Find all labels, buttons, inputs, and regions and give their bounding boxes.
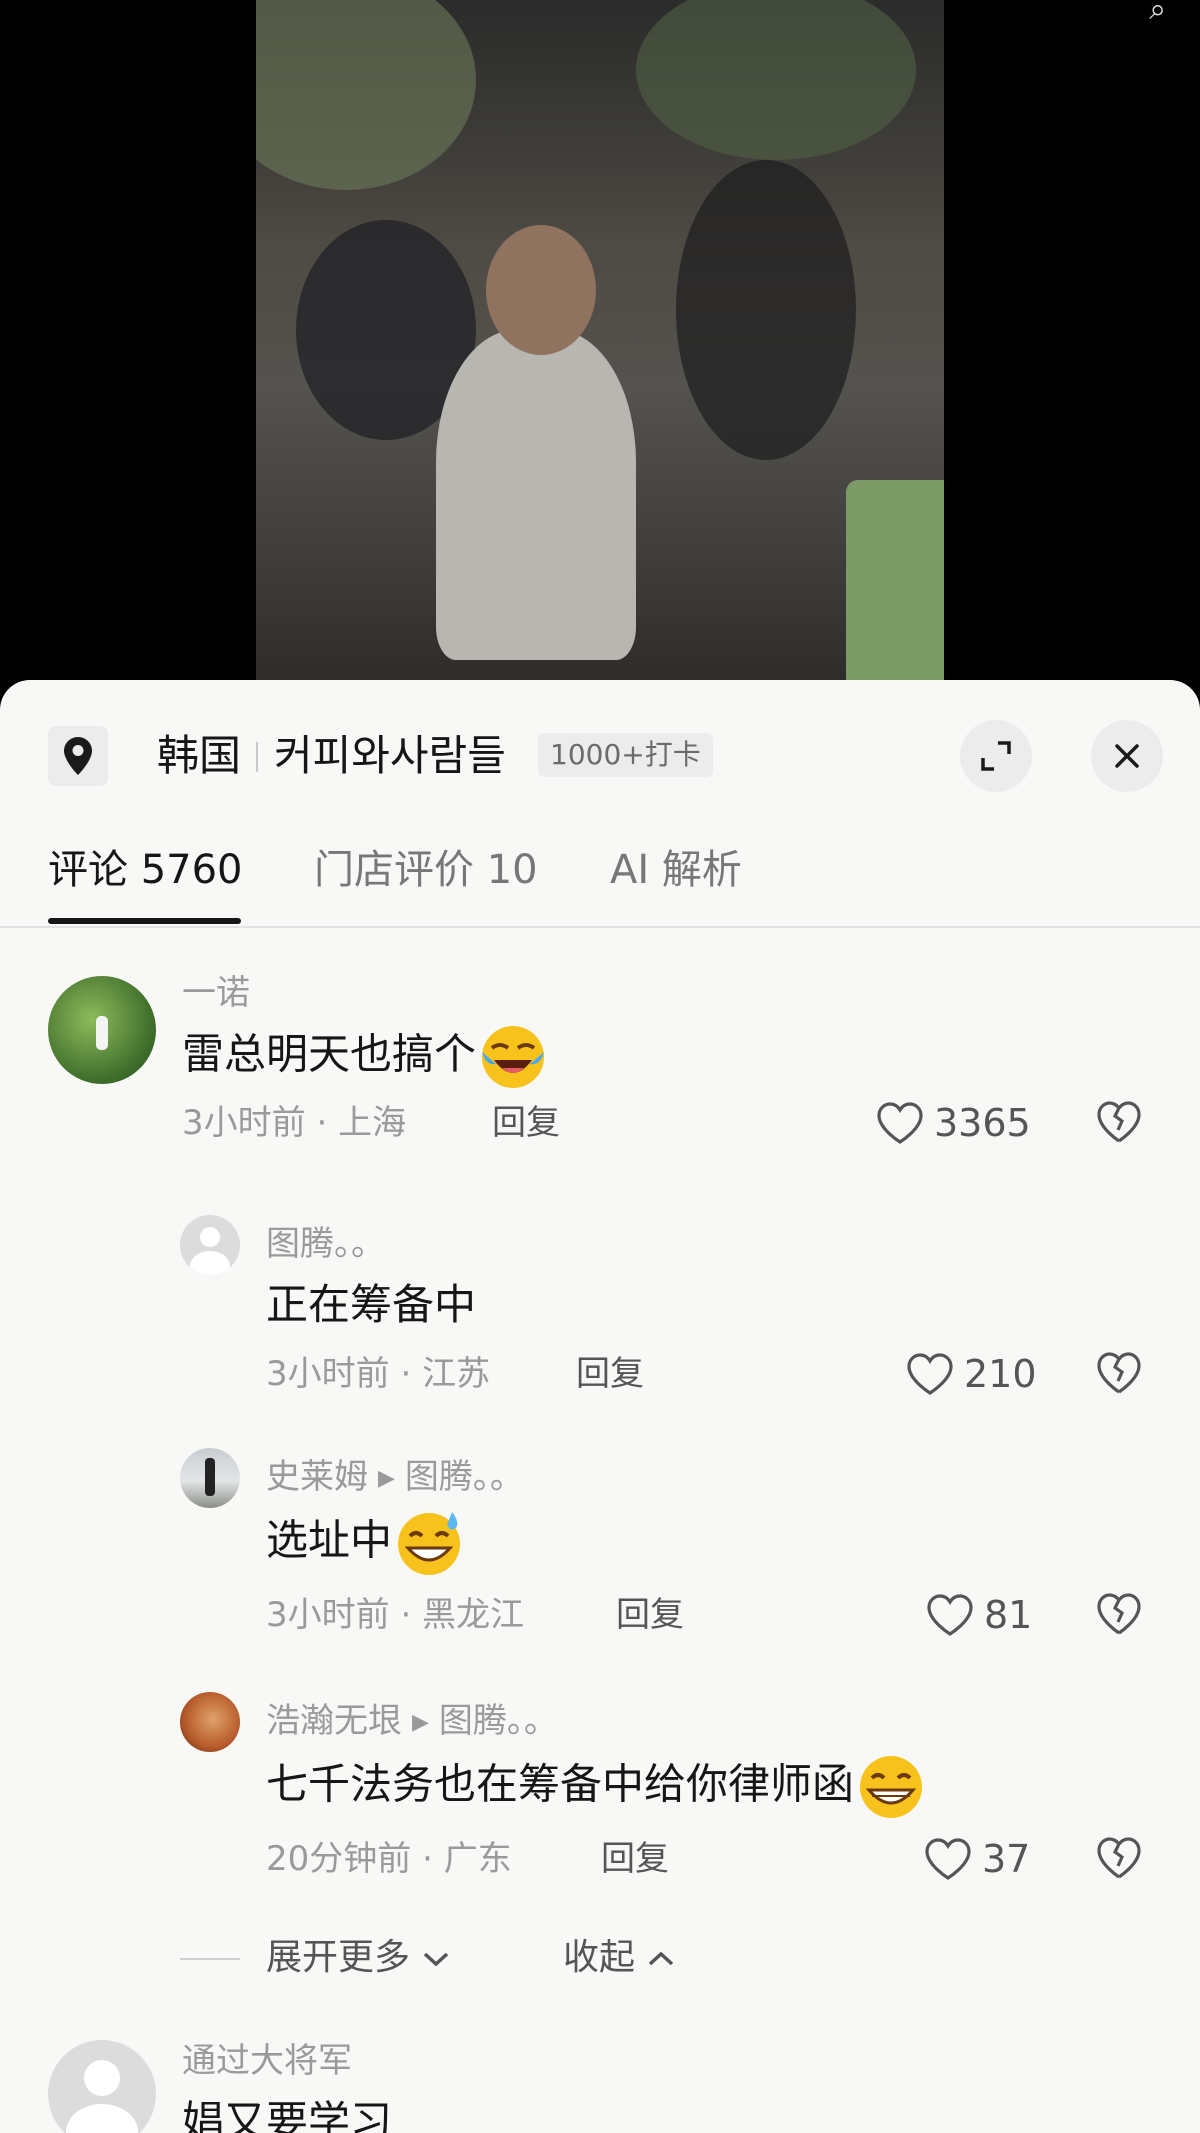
checkin-badge: 1000+打卡: [538, 733, 713, 777]
location-pin-icon: [48, 726, 108, 786]
expand-more-label: 展开更多: [266, 1937, 411, 1978]
comment-text: 七千法务也在筹备中给你律师函: [266, 1752, 926, 1822]
like-count: 210: [964, 1352, 1037, 1396]
avatar[interactable]: [180, 1692, 240, 1752]
avatar[interactable]: [180, 1215, 240, 1275]
like-button[interactable]: 210: [906, 1351, 1037, 1397]
tab-comments[interactable]: 评论 5760: [48, 840, 243, 900]
close-button[interactable]: [1091, 720, 1163, 792]
avatar[interactable]: [48, 2040, 156, 2133]
close-icon: [1115, 744, 1139, 768]
comment-meta: 3小时前 · 上海: [182, 1103, 407, 1143]
comment-username: 浩瀚无垠 ▶ 图腾。。: [266, 1698, 558, 1746]
location-country: 韩国: [157, 731, 242, 780]
heart-icon: [927, 1594, 973, 1636]
reply-item: 浩瀚无垠 ▶ 图腾。。 七千法务也在筹备中给你律师函 20分钟前 · 广东 回复 3…: [0, 1692, 1200, 1922]
like-count: 81: [984, 1593, 1033, 1637]
reply-target[interactable]: 图腾。。: [439, 1701, 558, 1741]
comment-text: 娼又要学习: [182, 2097, 393, 2133]
search-icon[interactable]: ⌕: [1149, 0, 1166, 27]
grinning-sweat-emoji-icon: [398, 1512, 461, 1575]
comment-username: 史莱姆 ▶ 图腾。。: [266, 1454, 524, 1502]
comment-time: 20分钟前: [266, 1839, 412, 1879]
comment-text-content: 选址中: [266, 1515, 393, 1565]
collapse-button[interactable]: 收起: [563, 1930, 676, 1986]
avatar[interactable]: [48, 976, 156, 1084]
tab-ai-analysis[interactable]: AI 解析: [610, 840, 742, 900]
tab-store-reviews[interactable]: 门店评价 10: [314, 840, 538, 900]
like-count: 37: [982, 1837, 1031, 1881]
active-tab-indicator: [48, 918, 241, 924]
comment-item: 通过大将军 娼又要学习: [0, 2038, 1200, 2133]
dislike-icon[interactable]: [1096, 1836, 1142, 1880]
comment-username[interactable]: 通过大将军: [182, 2038, 352, 2084]
like-button[interactable]: 81: [926, 1592, 1032, 1638]
video-player[interactable]: ⌕: [0, 0, 1200, 700]
dislike-icon[interactable]: [1096, 1351, 1142, 1395]
reply-author[interactable]: 史莱姆: [266, 1457, 368, 1497]
comment-text-content: 雷总明天也搞个: [182, 1029, 477, 1079]
video-frame: [256, 0, 944, 700]
like-count: 3365: [934, 1101, 1031, 1145]
like-button[interactable]: 3365: [876, 1100, 1031, 1146]
divider: [256, 742, 258, 772]
reply-item: 图腾。。 正在筹备中 3小时前 · 江苏 回复 210: [0, 1215, 1200, 1425]
comment-region: 广东: [443, 1839, 512, 1879]
comment-meta: 3小时前 · 黑龙江: [266, 1595, 525, 1635]
reply-item: 史莱姆 ▶ 图腾。。 选址中 3小时前 · 黑龙江 回复 81: [0, 1448, 1200, 1678]
comment-text: 雷总明天也搞个: [182, 1022, 548, 1092]
reply-author[interactable]: 浩瀚无垠: [266, 1701, 402, 1741]
avatar[interactable]: [180, 1448, 240, 1508]
comment-region: 江苏: [422, 1354, 491, 1394]
grinning-emoji-icon: [860, 1756, 923, 1818]
comment-text: 正在筹备中: [266, 1280, 477, 1329]
dislike-icon[interactable]: [1096, 1100, 1142, 1144]
comment-text: 选址中: [266, 1508, 464, 1578]
comment-sheet: 韩国 커피와사람들 1000+打卡 评论 5760 门店评价 10 AI 解析 …: [0, 680, 1200, 2133]
replies-toggle-row: 展开更多 收起: [0, 1930, 1200, 1990]
location-bar[interactable]: 韩国 커피와사람들 1000+打卡: [0, 680, 1200, 820]
reply-arrow-icon: ▶: [412, 1709, 429, 1735]
comment-username[interactable]: 图腾。。: [266, 1221, 385, 1267]
reply-button[interactable]: 回复: [616, 1592, 684, 1638]
comment-meta: 3小时前 · 江苏: [266, 1354, 491, 1394]
comment-time: 3小时前: [182, 1103, 306, 1143]
location-name: 커피와사람들: [274, 731, 506, 780]
collapse-label: 收起: [563, 1937, 636, 1978]
expand-icon: [981, 741, 1011, 771]
comment-time: 3小时前: [266, 1354, 390, 1394]
reply-button[interactable]: 回复: [492, 1100, 560, 1146]
like-button[interactable]: 37: [924, 1836, 1030, 1882]
chevron-up-icon: [649, 1951, 674, 1966]
reply-button[interactable]: 回复: [601, 1836, 669, 1882]
chevron-down-icon: [424, 1952, 449, 1967]
comment-username[interactable]: 一诺: [182, 970, 250, 1016]
reply-target[interactable]: 图腾。。: [405, 1457, 524, 1497]
divider: [180, 1958, 240, 1960]
comment-item: 一诺 雷总明天也搞个 3小时前 · 上海 回复 3365: [0, 970, 1200, 1190]
expand-more-button[interactable]: 展开更多: [266, 1930, 451, 1986]
reply-arrow-icon: ▶: [378, 1465, 395, 1491]
expand-button[interactable]: [960, 720, 1032, 792]
comment-region: 上海: [338, 1103, 407, 1143]
reply-button[interactable]: 回复: [576, 1351, 644, 1397]
heart-icon: [877, 1102, 923, 1144]
comment-text-content: 七千法务也在筹备中给你律师函: [266, 1759, 855, 1809]
comment-region: 黑龙江: [422, 1595, 525, 1635]
dislike-icon[interactable]: [1096, 1592, 1142, 1636]
heart-icon: [925, 1838, 971, 1880]
crying-laughing-emoji-icon: [482, 1026, 545, 1088]
comment-time: 3小时前: [266, 1595, 390, 1635]
heart-icon: [907, 1353, 953, 1395]
comment-meta: 20分钟前 · 广东: [266, 1839, 512, 1879]
comment-tabs: 评论 5760 门店评价 10 AI 解析: [0, 830, 1200, 928]
